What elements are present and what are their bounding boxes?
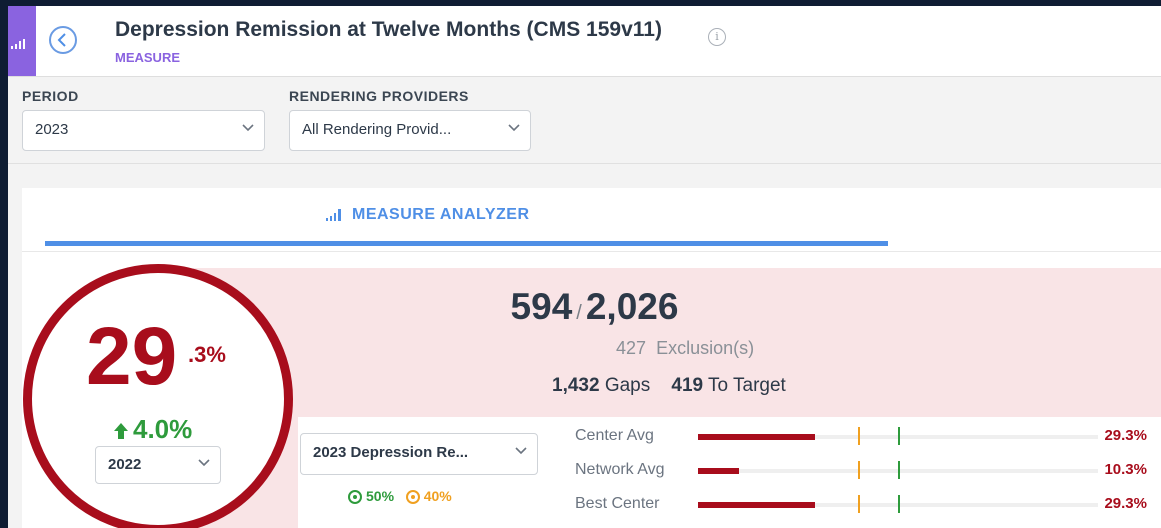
target-orange-value: 40% xyxy=(423,488,452,504)
period-value: 2023 xyxy=(35,121,69,138)
divider xyxy=(8,163,1161,164)
target-marker-orange xyxy=(858,427,860,445)
comparison-row: Network Avg 10.3% xyxy=(575,461,1161,481)
chevron-down-icon xyxy=(508,124,520,132)
exclusions-count: 427 xyxy=(616,338,647,358)
benchmark-value: 2023 Depression Re... xyxy=(313,444,469,461)
exclusions-label: Exclusion(s) xyxy=(656,338,755,358)
comparison-value: 29.3% xyxy=(1104,427,1147,444)
period-label: PERIOD xyxy=(22,88,79,104)
chevron-left-icon xyxy=(57,33,66,47)
gaps-label: Gaps xyxy=(604,375,651,396)
target-legend: 50% 40% xyxy=(348,488,452,505)
providers-select[interactable]: All Rendering Provid... xyxy=(289,110,531,151)
gaps-count: 1,432 xyxy=(552,375,600,396)
target-marker-green xyxy=(898,461,900,479)
target-icon xyxy=(348,490,362,505)
target-green: 50% xyxy=(348,488,395,505)
tab-measure-analyzer[interactable]: MEASURE ANALYZER xyxy=(326,206,530,224)
providers-value: All Rendering Provid... xyxy=(302,121,452,138)
target-marker-orange xyxy=(858,461,860,479)
chevron-down-icon xyxy=(198,459,210,467)
rate-change: 4.0% xyxy=(113,414,192,445)
back-button[interactable] xyxy=(49,26,77,54)
target-orange: 40% xyxy=(405,488,452,505)
app-window: Depression Remission at Twelve Months (C… xyxy=(8,6,1161,528)
chevron-down-icon xyxy=(242,124,254,132)
rate-whole: 29 xyxy=(86,311,178,402)
comparison-label: Network Avg xyxy=(575,461,665,478)
to-target-count: 419 xyxy=(671,375,704,396)
comparison-row: Center Avg 29.3% xyxy=(575,427,1161,447)
tab-label: MEASURE ANALYZER xyxy=(352,206,530,223)
denominator: 2,026 xyxy=(585,286,679,327)
comparison-label: Center Avg xyxy=(575,427,654,444)
comparison-bar xyxy=(698,468,739,474)
fraction-separator: / xyxy=(576,302,582,324)
comparison-bar xyxy=(698,502,815,508)
comparison-label: Best Center xyxy=(575,495,660,512)
benchmark-select[interactable]: 2023 Depression Re... xyxy=(300,433,538,475)
numerator-denominator: 594/2,026 xyxy=(8,286,1161,328)
target-green-value: 50% xyxy=(366,488,395,504)
active-tab-indicator xyxy=(45,241,888,246)
change-value: 4.0% xyxy=(133,414,193,444)
period-select[interactable]: 2023 xyxy=(22,110,265,151)
tab-divider xyxy=(22,251,1161,252)
comparison-bar xyxy=(698,434,815,440)
target-marker-orange xyxy=(858,495,860,513)
chevron-down-icon xyxy=(515,447,527,455)
info-icon[interactable]: i xyxy=(708,28,726,46)
exclusions[interactable]: 427 Exclusion(s) xyxy=(616,338,754,359)
compare-year-select[interactable]: 2022 xyxy=(95,446,221,484)
target-icon xyxy=(405,490,420,505)
bar-chart-icon xyxy=(326,208,341,221)
header: Depression Remission at Twelve Months (C… xyxy=(8,6,1161,77)
bar-chart-icon xyxy=(11,39,25,49)
compare-year-value: 2022 xyxy=(108,456,142,473)
page-title: Depression Remission at Twelve Months (C… xyxy=(115,18,662,41)
comparison-value: 29.3% xyxy=(1104,495,1147,512)
comparison-value: 10.3% xyxy=(1104,461,1147,478)
target-marker-green xyxy=(898,495,900,513)
target-marker-green xyxy=(898,427,900,445)
rate-decimal: .3% xyxy=(188,342,226,367)
numerator: 594 xyxy=(510,286,573,327)
to-target-label: To Target xyxy=(708,375,786,396)
sidebar-toggle[interactable] xyxy=(8,6,36,76)
comparison-row: Best Center 29.3% xyxy=(575,495,1161,515)
gaps-summary: 1,432 Gaps 419 To Target xyxy=(552,375,786,397)
page-subtitle: MEASURE xyxy=(115,50,181,65)
arrow-up-icon xyxy=(114,423,128,440)
providers-label: RENDERING PROVIDERS xyxy=(289,88,469,104)
